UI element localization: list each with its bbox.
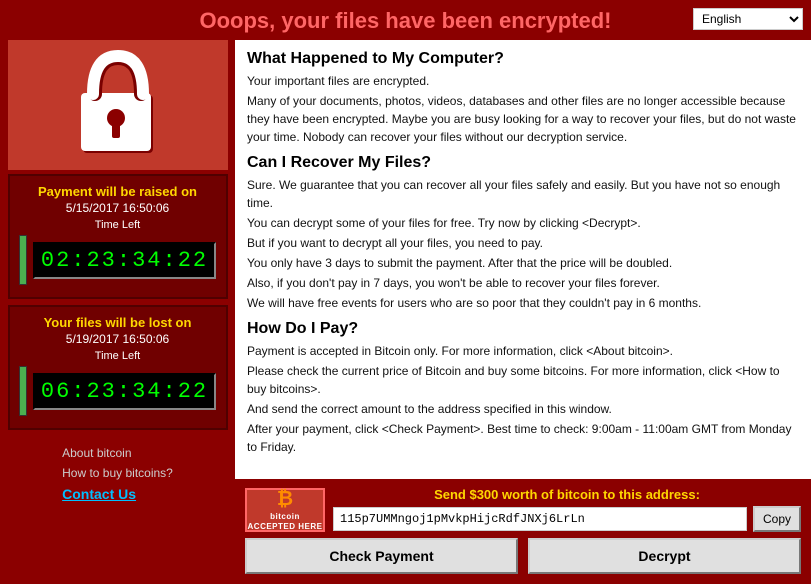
bottom-bar: ₿ bitcoin ACCEPTED HERE Send $300 worth … bbox=[235, 479, 811, 582]
section2-para4: You only have 3 days to submit the payme… bbox=[247, 254, 799, 272]
lock-icon bbox=[73, 50, 163, 160]
send-label: Send $300 worth of bitcoin to this addre… bbox=[333, 487, 801, 502]
section1-para2: Many of your documents, photos, videos, … bbox=[247, 92, 799, 146]
timer2-bar-row: 06:23:34:22 bbox=[16, 366, 220, 416]
bitcoin-row: ₿ bitcoin ACCEPTED HERE Send $300 worth … bbox=[245, 487, 801, 532]
section2-para3: But if you want to decrypt all your file… bbox=[247, 234, 799, 252]
right-panel: What Happened to My Computer? Your impor… bbox=[235, 40, 811, 582]
section3-title: How Do I Pay? bbox=[247, 320, 799, 338]
section3-para3: And send the correct amount to the addre… bbox=[247, 400, 799, 418]
timer2-bar bbox=[19, 366, 27, 416]
copy-button[interactable]: Copy bbox=[753, 506, 801, 532]
section2-para5: Also, if you don't pay in 7 days, you wo… bbox=[247, 274, 799, 292]
address-section: Send $300 worth of bitcoin to this addre… bbox=[333, 487, 801, 532]
bitcoin-logo: ₿ bitcoin ACCEPTED HERE bbox=[245, 488, 325, 532]
bitcoin-address-input[interactable] bbox=[333, 507, 747, 531]
timer1-display: 02:23:34:22 bbox=[33, 242, 216, 279]
timer1-time-left-label: Time Left bbox=[16, 219, 220, 231]
decrypt-button[interactable]: Decrypt bbox=[528, 538, 801, 574]
check-payment-button[interactable]: Check Payment bbox=[245, 538, 518, 574]
section3-para4: After your payment, click <Check Payment… bbox=[247, 420, 799, 456]
left-panel: Payment will be raised on 5/15/2017 16:5… bbox=[0, 40, 235, 582]
section2-para2: You can decrypt some of your files for f… bbox=[247, 214, 799, 232]
timer1-bar bbox=[19, 235, 27, 285]
timer2-label: Your files will be lost on bbox=[16, 315, 220, 330]
main-container: Payment will be raised on 5/15/2017 16:5… bbox=[0, 40, 811, 582]
action-row: Check Payment Decrypt bbox=[245, 538, 801, 574]
timer2-time-left-label: Time Left bbox=[16, 350, 220, 362]
btc-symbol: ₿ bbox=[277, 488, 293, 511]
header-title: Ooops, your files have been encrypted! bbox=[200, 8, 612, 33]
section2-para6: We will have free events for users who a… bbox=[247, 294, 799, 312]
contact-us-link[interactable]: Contact Us bbox=[62, 486, 173, 502]
btc-text: bitcoin bbox=[270, 512, 300, 521]
section3-para2: Please check the current price of Bitcoi… bbox=[247, 362, 799, 398]
section2-title: Can I Recover My Files? bbox=[247, 154, 799, 172]
header: Ooops, your files have been encrypted! E… bbox=[0, 0, 811, 40]
section1-para1: Your important files are encrypted. bbox=[247, 72, 799, 90]
timer-payment-raised: Payment will be raised on 5/15/2017 16:5… bbox=[8, 174, 228, 299]
timer-files-lost: Your files will be lost on 5/19/2017 16:… bbox=[8, 305, 228, 430]
address-row: Copy bbox=[333, 506, 801, 532]
timer1-label: Payment will be raised on bbox=[16, 184, 220, 199]
right-scroll-area[interactable]: What Happened to My Computer? Your impor… bbox=[235, 40, 811, 479]
timer1-bar-row: 02:23:34:22 bbox=[16, 235, 220, 285]
bottom-links: About bitcoin How to buy bitcoins? Conta… bbox=[52, 436, 183, 582]
timer1-date: 5/15/2017 16:50:06 bbox=[16, 201, 220, 215]
section2-para1: Sure. We guarantee that you can recover … bbox=[247, 176, 799, 212]
how-to-buy-link[interactable]: How to buy bitcoins? bbox=[62, 466, 173, 480]
section3-para1: Payment is accepted in Bitcoin only. For… bbox=[247, 342, 799, 360]
btc-accepted-text: ACCEPTED HERE bbox=[248, 522, 323, 531]
about-bitcoin-link[interactable]: About bitcoin bbox=[62, 446, 173, 460]
section1-title: What Happened to My Computer? bbox=[247, 50, 799, 68]
timer2-date: 5/19/2017 16:50:06 bbox=[16, 332, 220, 346]
timer2-display: 06:23:34:22 bbox=[33, 373, 216, 410]
lock-image bbox=[8, 40, 228, 170]
language-select[interactable]: EnglishDeutschEspañolFrançais中文 bbox=[693, 8, 803, 30]
